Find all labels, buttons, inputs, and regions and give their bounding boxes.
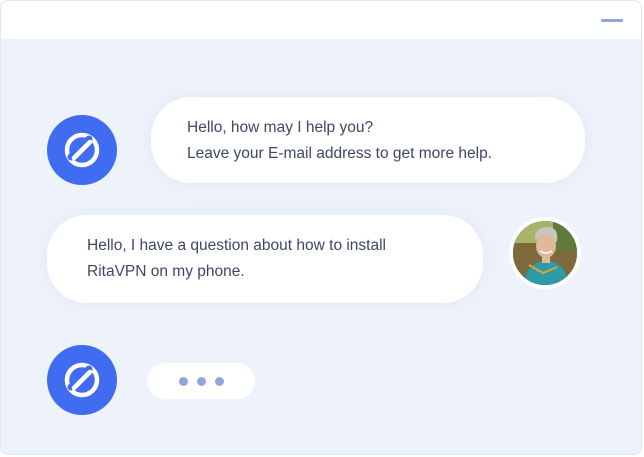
bot-message-bubble: Hello, how may I help you? Leave your E-… — [151, 97, 585, 183]
typing-dot — [196, 376, 206, 386]
message-line: Hello, I have a question about how to in… — [87, 237, 386, 254]
typing-indicator — [147, 363, 255, 399]
bot-avatar-icon — [47, 345, 117, 415]
chat-window: Hello, how may I help you? Leave your E-… — [0, 0, 642, 455]
message-line: Hello, how may I help you? — [187, 119, 374, 136]
message-line: RitaVPN on my phone. — [87, 263, 245, 280]
chat-area: Hello, how may I help you? Leave your E-… — [1, 39, 641, 454]
user-avatar — [509, 217, 581, 289]
link-logo-icon — [64, 132, 100, 168]
bot-avatar-icon — [47, 115, 117, 185]
link-logo-icon — [64, 362, 100, 398]
message-line: Leave your E-mail address to get more he… — [187, 145, 492, 162]
user-photo — [513, 221, 577, 285]
minimize-icon[interactable] — [601, 19, 623, 22]
typing-dot — [178, 376, 188, 386]
title-bar — [1, 1, 641, 39]
user-message-bubble: Hello, I have a question about how to in… — [47, 215, 483, 303]
typing-dot — [214, 376, 224, 386]
